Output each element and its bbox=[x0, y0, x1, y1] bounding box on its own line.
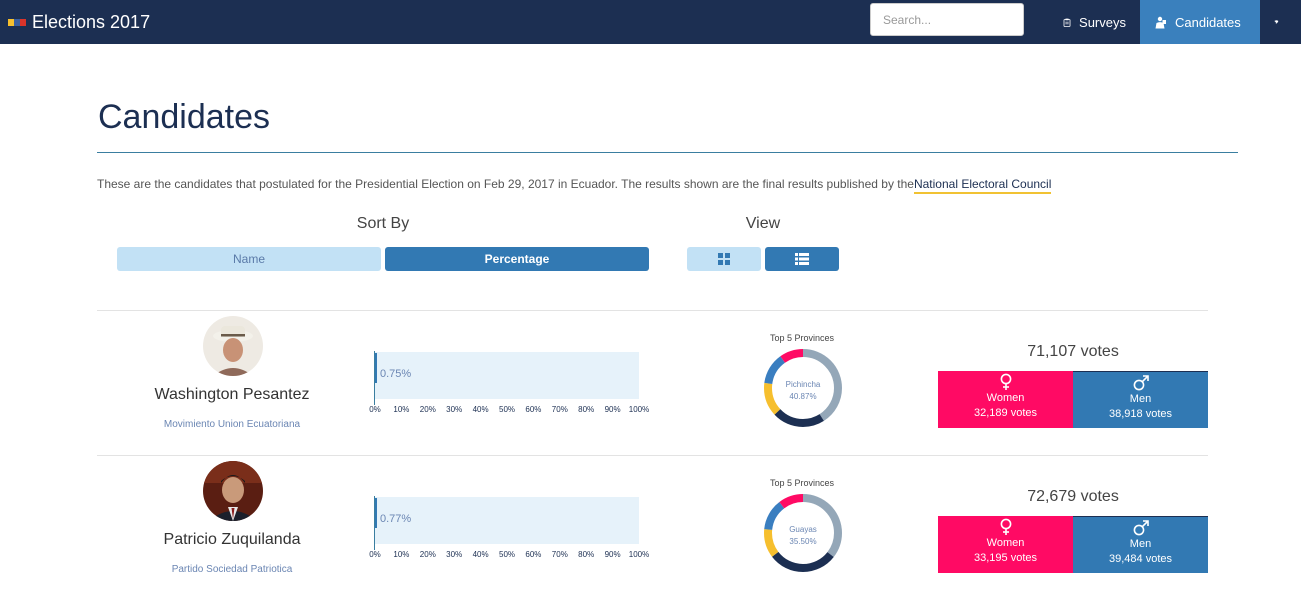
search-input[interactable] bbox=[870, 3, 1024, 36]
donut-title: Top 5 Provinces bbox=[769, 478, 835, 488]
female-icon bbox=[1000, 518, 1011, 535]
axis-tick-label: 60% bbox=[525, 550, 542, 559]
axis-ticks: 0% 10% 20% 30% 40% 50% 60% 70% 80% 90% 100% bbox=[369, 405, 649, 417]
sort-by-label: Sort By bbox=[356, 215, 410, 232]
intro-text: These are the candidates that postulated… bbox=[97, 177, 1052, 194]
nav-map[interactable] bbox=[1260, 0, 1301, 44]
candidate-name: Washington Pesantez bbox=[154, 386, 310, 403]
axis-tick-label: 30% bbox=[446, 405, 463, 414]
axis-tick-label: 20% bbox=[419, 550, 436, 559]
women-votes: 32,189 votes bbox=[974, 407, 1037, 419]
avatar bbox=[203, 316, 263, 376]
women-votes: 33,195 votes bbox=[974, 552, 1037, 564]
top-province-name: Guayas bbox=[789, 525, 817, 534]
men-label: Men bbox=[1129, 393, 1152, 405]
grid-view-button[interactable] bbox=[687, 247, 761, 271]
male-icon bbox=[1133, 520, 1149, 536]
women-label: Women bbox=[986, 537, 1025, 549]
axis-tick-label: 70% bbox=[551, 550, 568, 559]
brand[interactable]: Elections 2017 bbox=[8, 0, 150, 44]
avatar bbox=[203, 461, 263, 521]
men-label: Men bbox=[1129, 538, 1152, 550]
axis-tick-label: 80% bbox=[578, 405, 595, 414]
axis-tick-label: 100% bbox=[628, 550, 650, 559]
bar-track bbox=[375, 352, 639, 399]
percentage-bar bbox=[375, 353, 377, 383]
axis-tick-label: 80% bbox=[578, 550, 595, 559]
top-navbar: Elections 2017 Surveys Candidates bbox=[0, 0, 1301, 44]
candidate-photo-icon bbox=[203, 316, 263, 376]
candidate-card: Patricio Zuquilanda Partido Sociedad Pat… bbox=[97, 456, 1208, 601]
clipboard-icon bbox=[1063, 18, 1071, 27]
national-electoral-council-link[interactable]: National Electoral Council bbox=[913, 177, 1052, 194]
axis-tick-label: 70% bbox=[551, 405, 568, 414]
axis-tick-label: 50% bbox=[498, 550, 516, 559]
app-title: Elections 2017 bbox=[32, 11, 151, 32]
donut-title: Top 5 Provinces bbox=[769, 333, 835, 343]
percentage-bar bbox=[375, 498, 378, 528]
axis-tick-label: 30% bbox=[446, 550, 463, 559]
total-votes: 72,679 votes bbox=[1027, 488, 1119, 505]
women-votes-box: Women 32,189 votes bbox=[938, 371, 1073, 428]
percentage-bar-chart: 0.77% 0% 10% 20% 30% 40% 50% 60% 70% 80% 90% 100% bbox=[369, 496, 649, 566]
page-title: Candidates bbox=[98, 98, 271, 136]
nav-candidates[interactable]: Candidates bbox=[1140, 0, 1260, 44]
candidate-photo-icon bbox=[203, 461, 263, 521]
list-view-button[interactable] bbox=[765, 247, 839, 271]
top-province-percentage: 40.87% bbox=[789, 392, 817, 401]
percentage-label: 0.77% bbox=[380, 513, 412, 525]
men-votes: 39,484 votes bbox=[1109, 553, 1172, 565]
female-icon bbox=[1000, 373, 1011, 390]
male-icon bbox=[1133, 375, 1149, 391]
axis-tick-label: 40% bbox=[472, 550, 489, 559]
axis-tick-label: 90% bbox=[604, 405, 621, 414]
ecuador-flag-icon bbox=[8, 18, 26, 26]
nav-surveys-label: Surveys bbox=[1079, 14, 1126, 30]
candidate-card: Washington Pesantez Movimiento Union Ecu… bbox=[97, 311, 1208, 456]
sort-name-button[interactable]: Name bbox=[117, 247, 381, 271]
percentage-label: 0.75% bbox=[380, 368, 412, 380]
axis-tick-label: 50% bbox=[498, 405, 516, 414]
total-votes: 71,107 votes bbox=[1027, 343, 1119, 360]
view-label: View bbox=[745, 215, 781, 232]
candidate-name: Patricio Zuquilanda bbox=[163, 531, 301, 548]
men-votes: 38,918 votes bbox=[1109, 408, 1172, 420]
candidate-party: Movimiento Union Ecuatoriana bbox=[163, 419, 301, 430]
sort-percentage-button[interactable]: Percentage bbox=[385, 247, 649, 271]
axis-tick-label: 20% bbox=[419, 405, 436, 414]
nav-surveys[interactable]: Surveys bbox=[1049, 0, 1140, 44]
axis-tick-label: 10% bbox=[393, 550, 410, 559]
women-label: Women bbox=[986, 392, 1025, 404]
axis-ticks: 0% 10% 20% 30% 40% 50% 60% 70% 80% 90% 100% bbox=[369, 550, 649, 562]
ballot-icon bbox=[1155, 16, 1166, 28]
axis-tick-label: 0% bbox=[369, 405, 381, 414]
men-votes-box: Men 39,484 votes bbox=[1073, 516, 1208, 573]
list-icon bbox=[795, 253, 809, 265]
title-divider bbox=[97, 152, 1238, 153]
axis-tick-label: 60% bbox=[525, 405, 542, 414]
axis-tick-label: 0% bbox=[369, 550, 381, 559]
percentage-bar-chart: 0.75% 0% 10% 20% 30% 40% 50% 60% 70% 80% 90% 100% bbox=[369, 351, 649, 421]
men-votes-box: Men 38,918 votes bbox=[1073, 371, 1208, 428]
candidate-party: Partido Sociedad Patriotica bbox=[171, 564, 293, 575]
top-province-name: Pichincha bbox=[785, 380, 821, 389]
axis-tick-label: 100% bbox=[628, 405, 650, 414]
axis-tick-label: 90% bbox=[604, 550, 621, 559]
bar-track bbox=[375, 497, 639, 544]
axis-tick-label: 40% bbox=[472, 405, 489, 414]
map-icon bbox=[1274, 20, 1279, 24]
grid-icon bbox=[718, 253, 730, 265]
top-province-percentage: 35.50% bbox=[789, 537, 817, 546]
women-votes-box: Women 33,195 votes bbox=[938, 516, 1073, 573]
intro-body: These are the candidates that postulated… bbox=[97, 177, 914, 191]
nav-candidates-label: Candidates bbox=[1175, 14, 1241, 30]
axis-tick-label: 10% bbox=[393, 405, 410, 414]
